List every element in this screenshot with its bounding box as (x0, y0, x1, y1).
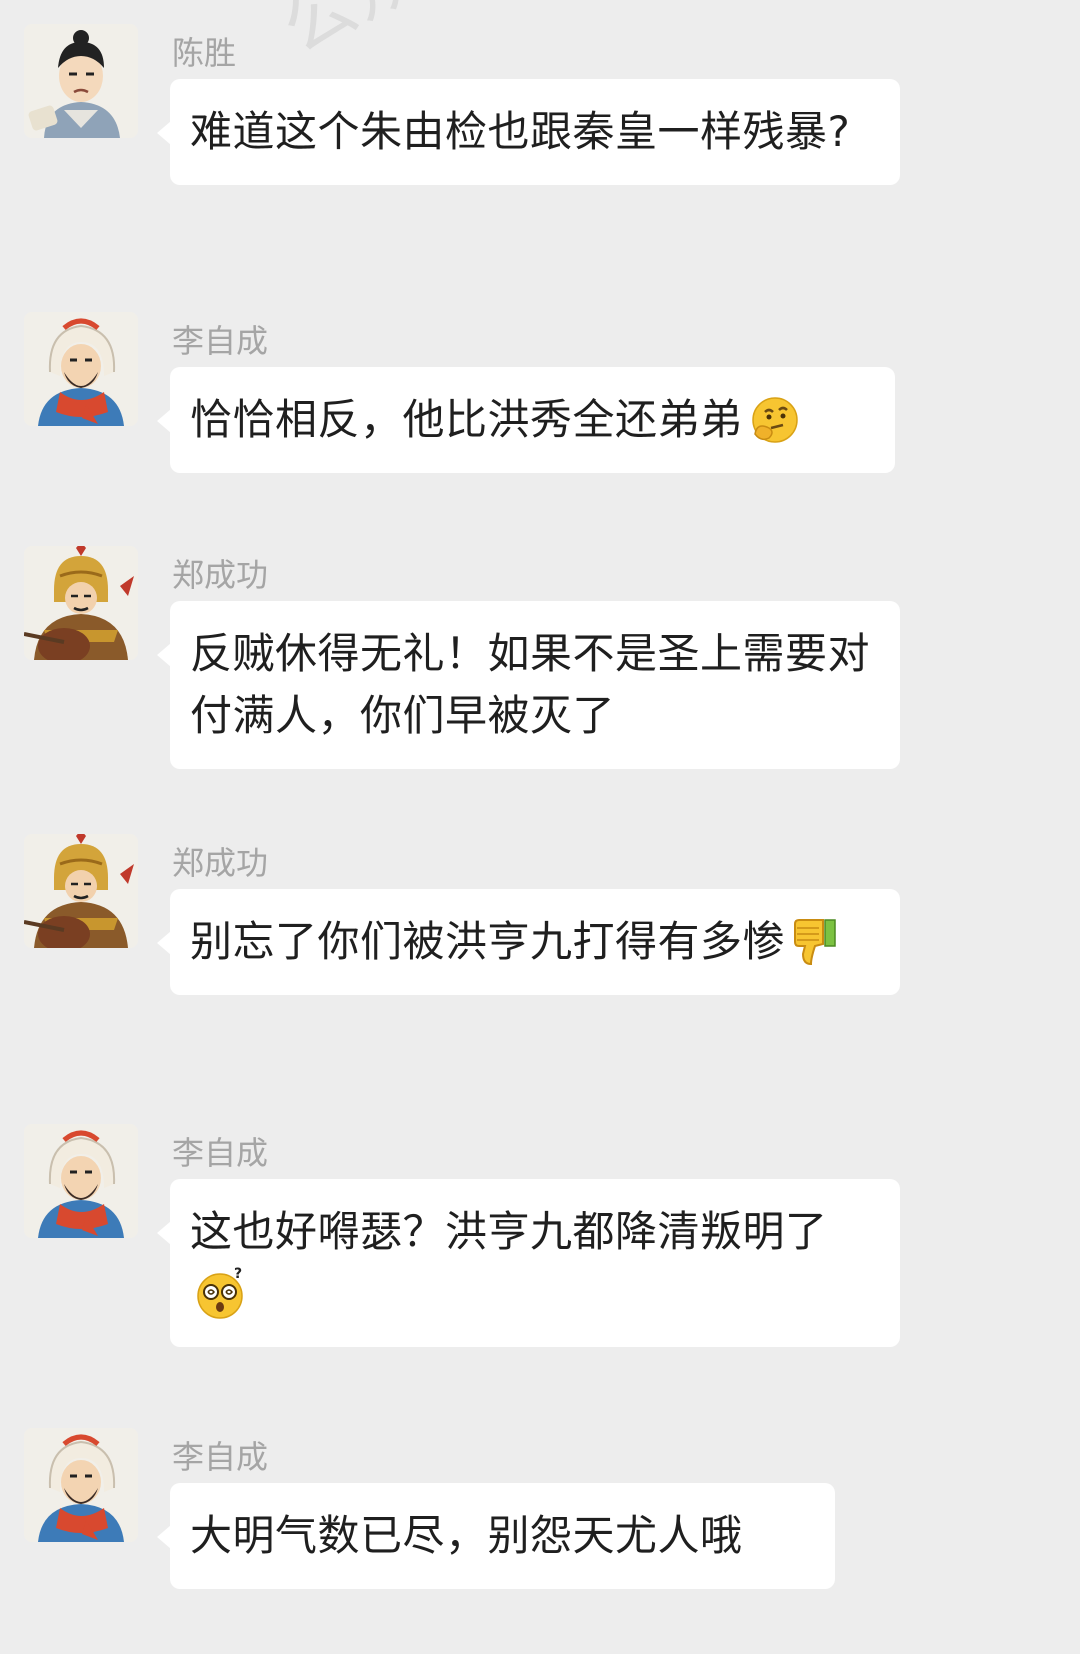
armored-general-avatar-icon[interactable] (24, 546, 138, 660)
message-bubble[interactable]: 恰恰相反，他比洪秀全还弟弟 (157, 367, 895, 473)
message-bubble[interactable]: 大明气数已尽，别怨天尤人哦 (157, 1483, 835, 1589)
watermark: 公众号:曲 (260, 0, 585, 73)
message-bubble[interactable]: 这也好嘚瑟？洪亨九都降清叛明了 ? (157, 1179, 900, 1347)
scholar-avatar-icon[interactable] (24, 24, 138, 138)
message-text: 反贼休得无礼！如果不是圣上需要对付满人，你们早被灭了 (190, 629, 871, 740)
svg-text:?: ? (234, 1266, 243, 1282)
sender-name: 陈胜 (172, 34, 237, 72)
sender-name: 李自成 (172, 1438, 269, 1476)
message-bubble[interactable]: 反贼休得无礼！如果不是圣上需要对付满人，你们早被灭了 (157, 601, 900, 769)
thumbs-down-icon (789, 914, 843, 968)
message-text-content: 这也好嘚瑟？洪亨九都降清叛明了 (190, 1207, 828, 1256)
message-text: 恰恰相反，他比洪秀全还弟弟 (190, 389, 871, 451)
sender-name: 李自成 (172, 322, 269, 360)
hooded-rebel-avatar-icon[interactable] (24, 312, 138, 426)
armored-general-avatar-icon[interactable] (24, 834, 138, 948)
message-text: 难道这个朱由检也跟秦皇一样残暴? (190, 107, 851, 156)
message-bubble[interactable]: 难道这个朱由检也跟秦皇一样残暴? (157, 79, 900, 185)
message-text: 这也好嘚瑟？洪亨九都降清叛明了 ? (190, 1201, 876, 1325)
sender-name: 郑成功 (172, 844, 269, 882)
sender-name: 李自成 (172, 1134, 269, 1172)
hooded-rebel-avatar-icon[interactable] (24, 1428, 138, 1542)
message-text-content: 别忘了你们被洪亨九打得有多惨 (190, 917, 786, 966)
thinking-face-icon (747, 392, 801, 446)
message-text-content: 恰恰相反，他比洪秀全还弟弟 (190, 395, 743, 444)
message-bubble[interactable]: 别忘了你们被洪亨九打得有多惨 (157, 889, 900, 995)
hooded-rebel-avatar-icon[interactable] (24, 1124, 138, 1238)
message-text: 别忘了你们被洪亨九打得有多惨 (190, 911, 876, 973)
chat-window: 公众号:曲 陈胜 难道这个朱由检也跟秦皇一样残暴? (0, 0, 1080, 1654)
sender-name: 郑成功 (172, 556, 269, 594)
message-text: 大明气数已尽，别怨天尤人哦 (190, 1511, 743, 1560)
dizzy-face-icon: ? (194, 1266, 248, 1320)
